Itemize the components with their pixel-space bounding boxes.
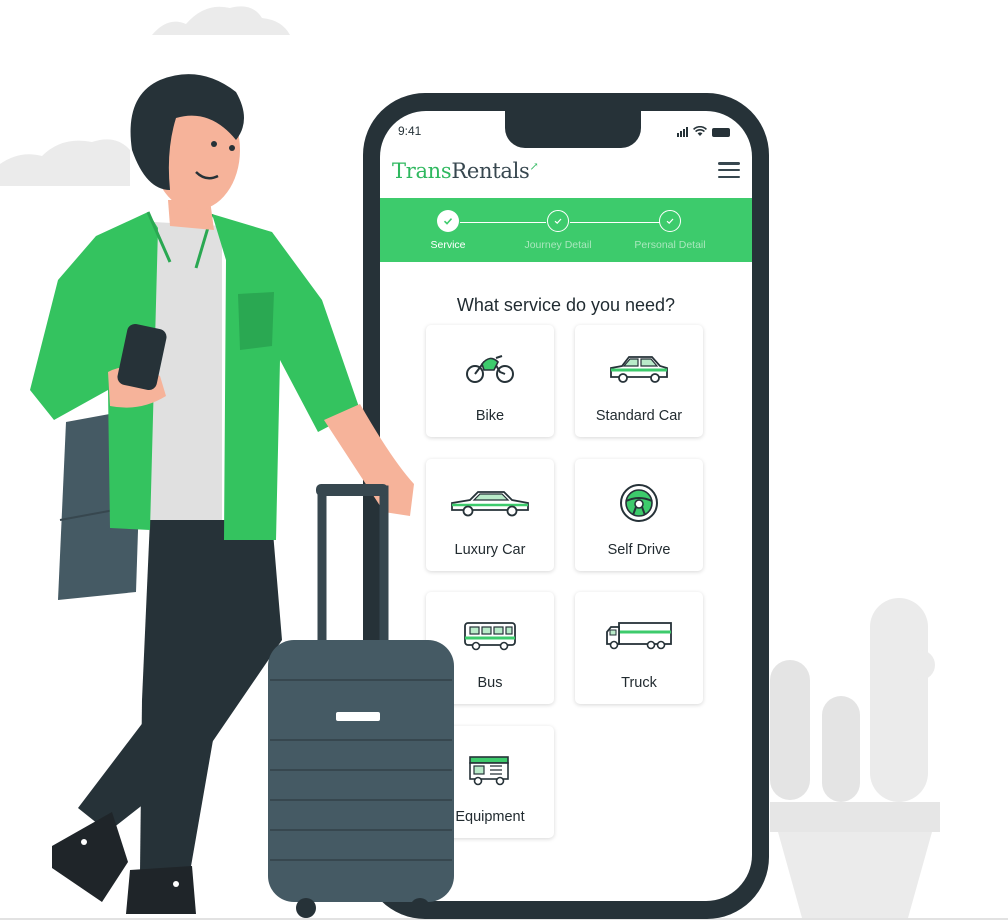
traveler-head <box>130 74 244 230</box>
suitcase <box>268 484 454 918</box>
traveler-illustration <box>30 74 454 918</box>
traveler-right-hand <box>324 404 414 516</box>
